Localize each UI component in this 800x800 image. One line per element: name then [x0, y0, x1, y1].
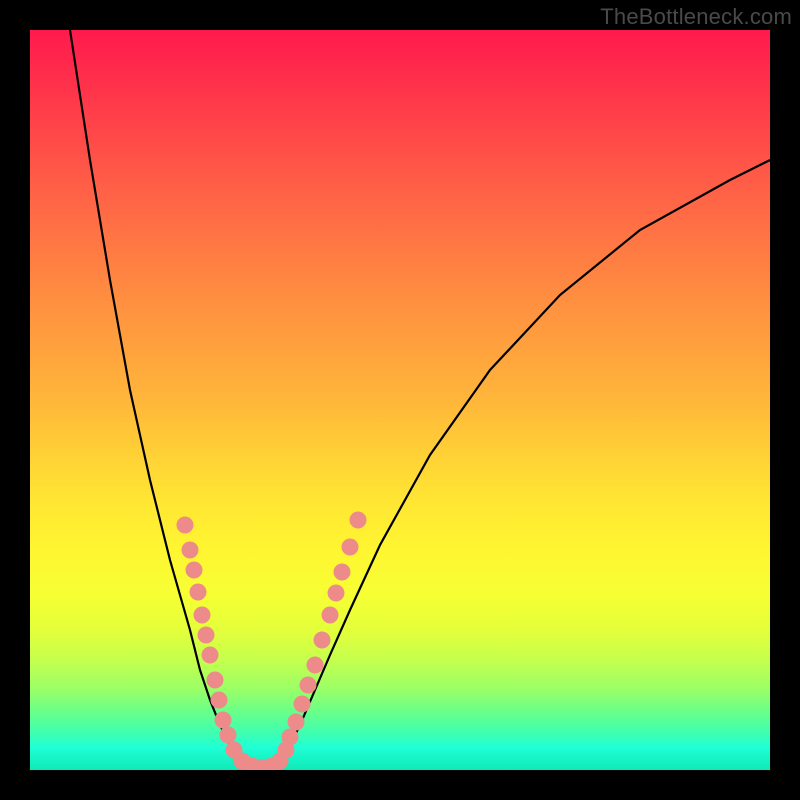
data-dot [342, 539, 359, 556]
data-dot [307, 657, 324, 674]
data-dot [207, 672, 224, 689]
data-dot [194, 607, 211, 624]
chart-svg [30, 30, 770, 770]
data-dot [202, 647, 219, 664]
data-dot [186, 562, 203, 579]
data-dot [294, 696, 311, 713]
data-dot [314, 632, 331, 649]
data-dot [334, 564, 351, 581]
data-dot [322, 607, 339, 624]
data-dot [328, 585, 345, 602]
curve-group [70, 30, 770, 767]
data-dot [215, 712, 232, 729]
data-dot [198, 627, 215, 644]
data-dot [350, 512, 367, 529]
data-dot [190, 584, 207, 601]
dots-right-group [278, 512, 367, 759]
data-dot [211, 692, 228, 709]
bottleneck-curve [70, 30, 770, 767]
data-dot [182, 542, 199, 559]
data-dot [220, 727, 237, 744]
data-dot [282, 729, 299, 746]
chart-plot-area [30, 30, 770, 770]
data-dot [288, 714, 305, 731]
data-dot [300, 677, 317, 694]
data-dot [177, 517, 194, 534]
watermark-text: TheBottleneck.com [600, 4, 792, 30]
